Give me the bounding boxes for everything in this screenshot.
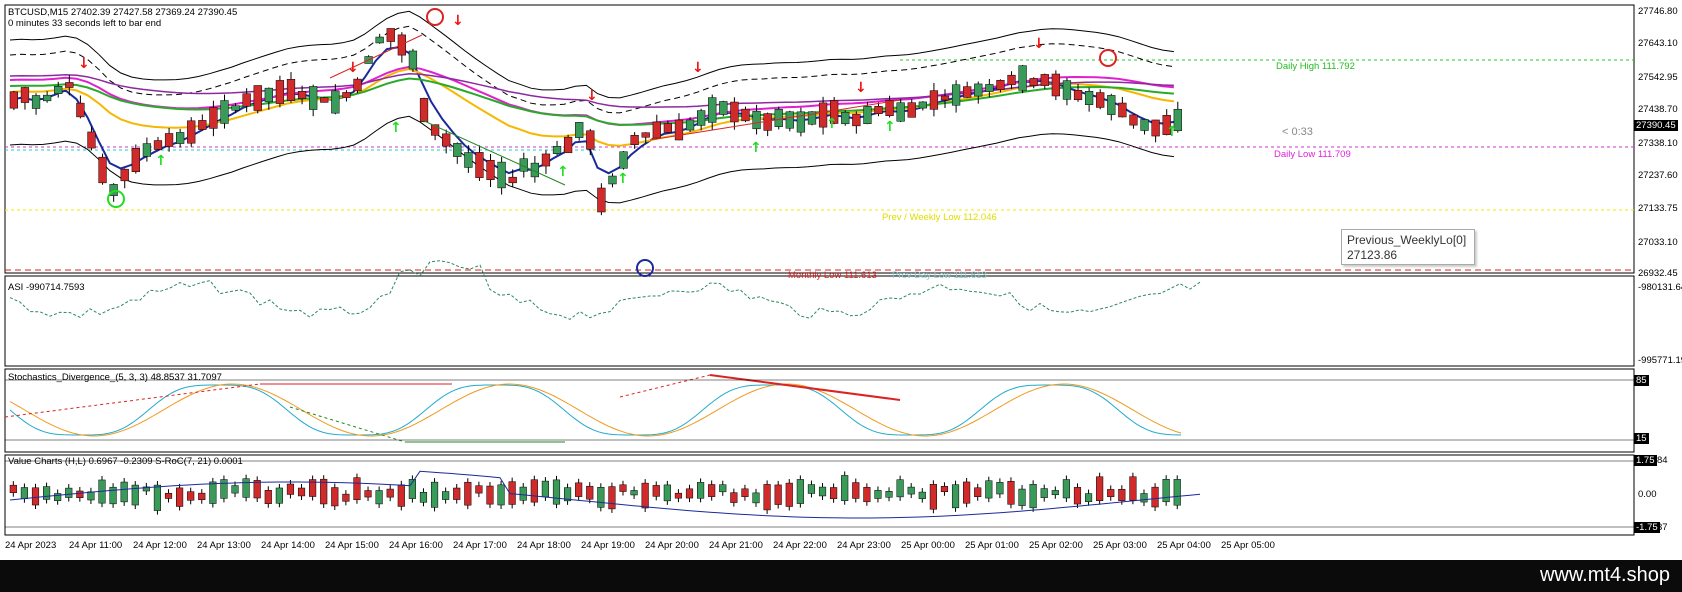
stoch-axis-bottom: 15 <box>1634 433 1649 444</box>
stoch-axis-top: 85 <box>1634 375 1649 386</box>
time-tick: 24 Apr 12:00 <box>133 540 187 551</box>
time-tick: 24 Apr 22:00 <box>773 540 827 551</box>
tooltip-value: 27123.86 <box>1347 248 1398 262</box>
svg-text:↓: ↓ <box>692 60 704 76</box>
time-tick: 24 Apr 19:00 <box>581 540 635 551</box>
stoch-k-line <box>9 384 1182 436</box>
vc-axis-mid: 0.00 <box>1638 489 1657 500</box>
vc-axis-bottom-suffix: 37 <box>1657 522 1668 533</box>
asi-panel[interactable] <box>4 275 1635 367</box>
bollinger-bands <box>9 10 1174 204</box>
svg-text:↑: ↑ <box>617 171 629 187</box>
time-tick: 24 Apr 17:00 <box>453 540 507 551</box>
daily-high-label: Daily High 111.792 <box>1276 61 1355 72</box>
asi-header: ASI -990714.7593 <box>8 282 85 293</box>
prev-weekly-low-label: Prev / Weekly Low 112.046 <box>882 212 997 223</box>
price-tick: 27338.10 <box>1638 138 1678 149</box>
svg-text:↓: ↓ <box>586 88 598 104</box>
price-tick: 27542.95 <box>1638 72 1678 83</box>
daily-low-label: Daily Low 111.709 <box>1274 149 1351 160</box>
svg-text:↑: ↑ <box>826 116 838 132</box>
time-tick: 24 Apr 11:00 <box>69 540 123 551</box>
vc-axis-bottom: -1.75 <box>1634 522 1660 533</box>
time-tick: 25 Apr 00:00 <box>901 540 955 551</box>
moving-averages <box>9 46 1175 175</box>
value-charts-header: Value Charts (H,L) 0.6967 -0.2309 S-RoC(… <box>8 456 243 467</box>
time-tick: 24 Apr 23:00 <box>837 540 891 551</box>
stoch-header: Stochastics_Divergence_(5, 3, 3) 48.8537… <box>8 372 222 383</box>
price-tick: 27746.80 <box>1638 6 1678 17</box>
svg-text:↑: ↑ <box>884 119 896 135</box>
time-tick: 24 Apr 15:00 <box>325 540 379 551</box>
top-circle-marker-2 <box>1099 49 1117 67</box>
price-tick: 27033.10 <box>1638 237 1678 248</box>
svg-text:↑: ↑ <box>750 140 762 156</box>
time-tick: 24 Apr 16:00 <box>389 540 443 551</box>
time-tick: 25 Apr 01:00 <box>965 540 1019 551</box>
stoch-div-red-1 <box>4 383 261 418</box>
prev-day-low-label: Prev Day Low 111.613 <box>892 270 987 281</box>
svg-text:↓: ↓ <box>855 80 867 96</box>
main-header: BTCUSD,M15 27402.39 27427.58 27369.24 27… <box>8 7 238 18</box>
svg-text:↑: ↑ <box>155 153 167 169</box>
time-tick: 24 Apr 18:00 <box>517 540 571 551</box>
svg-text:↓: ↓ <box>452 13 464 29</box>
time-tick: 24 Apr 21:00 <box>709 540 763 551</box>
watermark[interactable]: www.mt4.shop <box>1540 564 1670 587</box>
stoch-panel[interactable] <box>4 368 1635 453</box>
asi-axis-bottom: -995771.19 <box>1638 355 1682 366</box>
top-circle-marker <box>426 8 444 26</box>
svg-text:↓: ↓ <box>1033 36 1045 52</box>
price-tick: 27237.60 <box>1638 170 1678 181</box>
svg-text:↑: ↑ <box>557 164 569 180</box>
stoch-div-red-3 <box>619 374 711 398</box>
vc-axis-top-suffix: 84 <box>1657 455 1668 466</box>
time-tick: 24 Apr 14:00 <box>261 540 315 551</box>
svg-text:↑: ↑ <box>1166 124 1178 140</box>
time-tick: 25 Apr 03:00 <box>1093 540 1147 551</box>
svg-text:↑: ↑ <box>390 120 402 136</box>
time-tick: 25 Apr 02:00 <box>1029 540 1083 551</box>
footer-bar: www.mt4.shop <box>0 560 1682 592</box>
price-tick: 27643.10 <box>1638 38 1678 49</box>
candles <box>9 28 1182 216</box>
time-tick: 25 Apr 05:00 <box>1221 540 1275 551</box>
price-tick: 26932.45 <box>1638 268 1678 279</box>
tooltip-title: Previous_WeeklyLo[0] <box>1347 233 1467 247</box>
stoch-div-green-2 <box>289 406 406 443</box>
countdown-label: < 0:33 <box>1282 126 1313 138</box>
time-tick: 24 Apr 2023 <box>5 540 57 551</box>
time-tick: 24 Apr 13:00 <box>197 540 251 551</box>
value-chart-bars <box>9 471 1181 515</box>
svg-text:↓: ↓ <box>347 60 359 76</box>
bottom-circle-marker-2 <box>636 259 654 277</box>
time-tick: 24 Apr 20:00 <box>645 540 699 551</box>
indicator-tooltip: Previous_WeeklyLo[0] 27123.86 <box>1341 229 1475 265</box>
current-price-box: 27390.45 <box>1634 120 1678 131</box>
asi-line <box>9 260 1201 320</box>
vc-axis-top: 1.75 <box>1634 455 1657 466</box>
price-tick: 27438.70 <box>1638 104 1678 115</box>
svg-text:↓: ↓ <box>78 56 90 72</box>
monthly-low-label: Monthly Low 111.613 <box>788 270 877 281</box>
bar-countdown-text: 0 minutes 33 seconds left to bar end <box>8 18 162 29</box>
price-tick: 27133.75 <box>1638 203 1678 214</box>
asi-axis-top: -980131.64 <box>1638 282 1682 293</box>
time-tick: 25 Apr 04:00 <box>1157 540 1211 551</box>
